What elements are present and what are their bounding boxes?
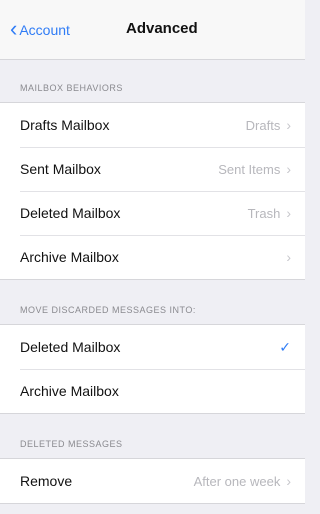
- deleted-mailbox-row[interactable]: Deleted Mailbox Trash ›: [0, 191, 305, 235]
- option-archive-mailbox[interactable]: Archive Mailbox: [0, 369, 305, 413]
- archive-mailbox-row[interactable]: Archive Mailbox ›: [0, 235, 305, 279]
- row-label: Remove: [20, 473, 73, 489]
- chevron-right-icon: ›: [286, 249, 291, 265]
- row-label: Deleted Mailbox: [20, 339, 121, 355]
- back-button[interactable]: ‹ Account: [10, 18, 70, 42]
- chevron-right-icon: ›: [286, 205, 291, 221]
- row-value: Trash: [247, 205, 281, 221]
- navigation-bar: ‹ Account Advanced: [0, 0, 305, 60]
- remove-row[interactable]: Remove After one week ›: [0, 459, 305, 503]
- back-label: Account: [19, 22, 70, 38]
- row-value: After one week: [193, 473, 281, 489]
- row-label: Drafts Mailbox: [20, 117, 110, 133]
- mailbox-behaviors-group: Drafts Mailbox Drafts › Sent Mailbox Sen…: [0, 102, 305, 280]
- checkmark-icon: ✓: [279, 338, 291, 355]
- chevron-right-icon: ›: [286, 117, 291, 133]
- deleted-messages-group: Remove After one week ›: [0, 458, 305, 504]
- row-label: Archive Mailbox: [20, 383, 119, 399]
- row-value: Sent Items: [218, 161, 281, 177]
- section-header-move-discarded: MOVE DISCARDED MESSAGES INTO:: [20, 305, 196, 315]
- row-label: Deleted Mailbox: [20, 205, 121, 221]
- section-header-mailbox-behaviors: MAILBOX BEHAVIORS: [20, 83, 123, 93]
- section-header-deleted-messages: DELETED MESSAGES: [20, 439, 123, 449]
- page-title: Advanced: [126, 20, 198, 37]
- sent-mailbox-row[interactable]: Sent Mailbox Sent Items ›: [0, 147, 305, 191]
- option-deleted-mailbox[interactable]: Deleted Mailbox ✓: [0, 325, 305, 369]
- move-discarded-group: Deleted Mailbox ✓ Archive Mailbox: [0, 324, 305, 414]
- drafts-mailbox-row[interactable]: Drafts Mailbox Drafts ›: [0, 103, 305, 147]
- row-label: Archive Mailbox: [20, 249, 119, 265]
- chevron-left-icon: ‹: [10, 16, 18, 41]
- chevron-right-icon: ›: [286, 473, 291, 489]
- row-label: Sent Mailbox: [20, 161, 101, 177]
- chevron-right-icon: ›: [286, 161, 291, 177]
- row-value: Drafts: [245, 117, 281, 133]
